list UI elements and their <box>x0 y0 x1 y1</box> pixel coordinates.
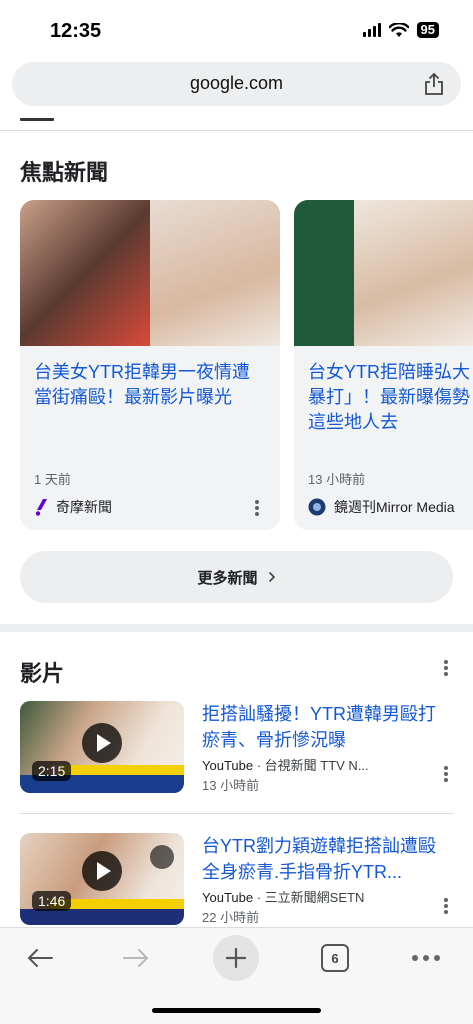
cellular-signal-icon <box>362 23 381 37</box>
url-text[interactable]: google.com <box>12 73 461 94</box>
news-thumbnail[interactable] <box>20 200 280 346</box>
video-duration: 2:15 <box>32 761 72 781</box>
status-icons: 95 <box>362 22 439 38</box>
news-source-name: 奇摩新聞 <box>56 499 112 515</box>
video-meta: YouTube · 台視新聞 TTV N... <box>202 758 369 773</box>
news-headline[interactable]: 台美女YTR拒韓男一夜情遭當街痛毆！最新影片曝光 <box>34 360 266 410</box>
more-options-icon[interactable] <box>444 766 448 782</box>
share-icon[interactable] <box>423 72 445 96</box>
video-headline[interactable]: 拒搭訕騷擾！YTR遭韓男毆打瘀青、骨折慘況曝 <box>202 701 442 753</box>
more-options-icon[interactable] <box>444 660 448 676</box>
status-bar: 12:35 95 <box>0 0 473 60</box>
play-icon[interactable] <box>82 851 122 891</box>
more-news-label: 更多新聞 <box>197 569 258 587</box>
divider <box>0 130 473 131</box>
menu-button[interactable] <box>408 938 444 978</box>
chevron-right-icon <box>268 571 275 583</box>
tab-indicator <box>20 118 54 121</box>
video-time: 13 小時前 <box>202 778 260 793</box>
videos-heading: 影片 <box>20 661 65 686</box>
news-source: 奇摩新聞 <box>34 497 112 517</box>
news-thumbnail[interactable] <box>294 200 473 346</box>
arrow-right-icon <box>123 949 149 967</box>
section-divider <box>0 624 473 632</box>
news-headline[interactable]: 台女YTR拒陪睡弘大「慘遭暴打」！最新曝傷勢 示警這些地人去 <box>308 360 473 435</box>
video-duration: 1:46 <box>32 891 72 911</box>
divider <box>20 813 453 814</box>
plus-icon <box>225 947 247 969</box>
mirror-media-logo-icon <box>308 498 326 516</box>
status-time: 12:35 <box>50 20 102 42</box>
video-meta: YouTube · 三立新聞網SETN <box>202 890 365 905</box>
news-time: 1 天前 <box>34 472 71 487</box>
video-thumbnail[interactable]: 2:15 <box>20 701 184 793</box>
video-headline[interactable]: 台YTR劉力穎遊韓拒搭訕遭毆全身瘀青.手指骨折YTR... <box>202 833 442 885</box>
tab-switcher-button[interactable]: 6 <box>320 938 350 978</box>
top-stories-heading: 焦點新聞 <box>20 160 109 185</box>
video-time: 22 小時前 <box>202 910 260 925</box>
video-item[interactable]: 2:15 拒搭訕騷擾！YTR遭韓男毆打瘀青、骨折慘況曝 YouTube · 台視… <box>20 701 453 795</box>
home-indicator[interactable] <box>152 1008 321 1013</box>
more-horizontal-icon <box>412 955 440 961</box>
expand-icon[interactable] <box>150 845 174 869</box>
video-thumbnail[interactable]: 1:46 <box>20 833 184 925</box>
address-bar[interactable]: google.com <box>12 62 461 106</box>
yahoo-logo-icon <box>35 499 47 516</box>
wifi-icon <box>388 22 409 37</box>
more-options-icon[interactable] <box>255 500 259 516</box>
battery-icon: 95 <box>416 22 439 38</box>
back-button[interactable] <box>20 938 60 978</box>
arrow-left-icon <box>27 949 53 967</box>
play-icon[interactable] <box>82 723 122 763</box>
forward-button[interactable] <box>116 938 156 978</box>
news-source-name: 鏡週刊Mirror Media <box>334 499 455 515</box>
more-news-button[interactable]: 更多新聞 <box>20 551 453 603</box>
new-tab-button[interactable] <box>213 935 259 981</box>
news-time: 13 小時前 <box>308 472 366 487</box>
tab-count: 6 <box>321 944 349 972</box>
more-options-icon[interactable] <box>444 898 448 914</box>
video-item[interactable]: 1:46 台YTR劉力穎遊韓拒搭訕遭毆全身瘀青.手指骨折YTR... YouTu… <box>20 833 453 927</box>
news-source: 鏡週刊Mirror Media <box>308 497 455 517</box>
